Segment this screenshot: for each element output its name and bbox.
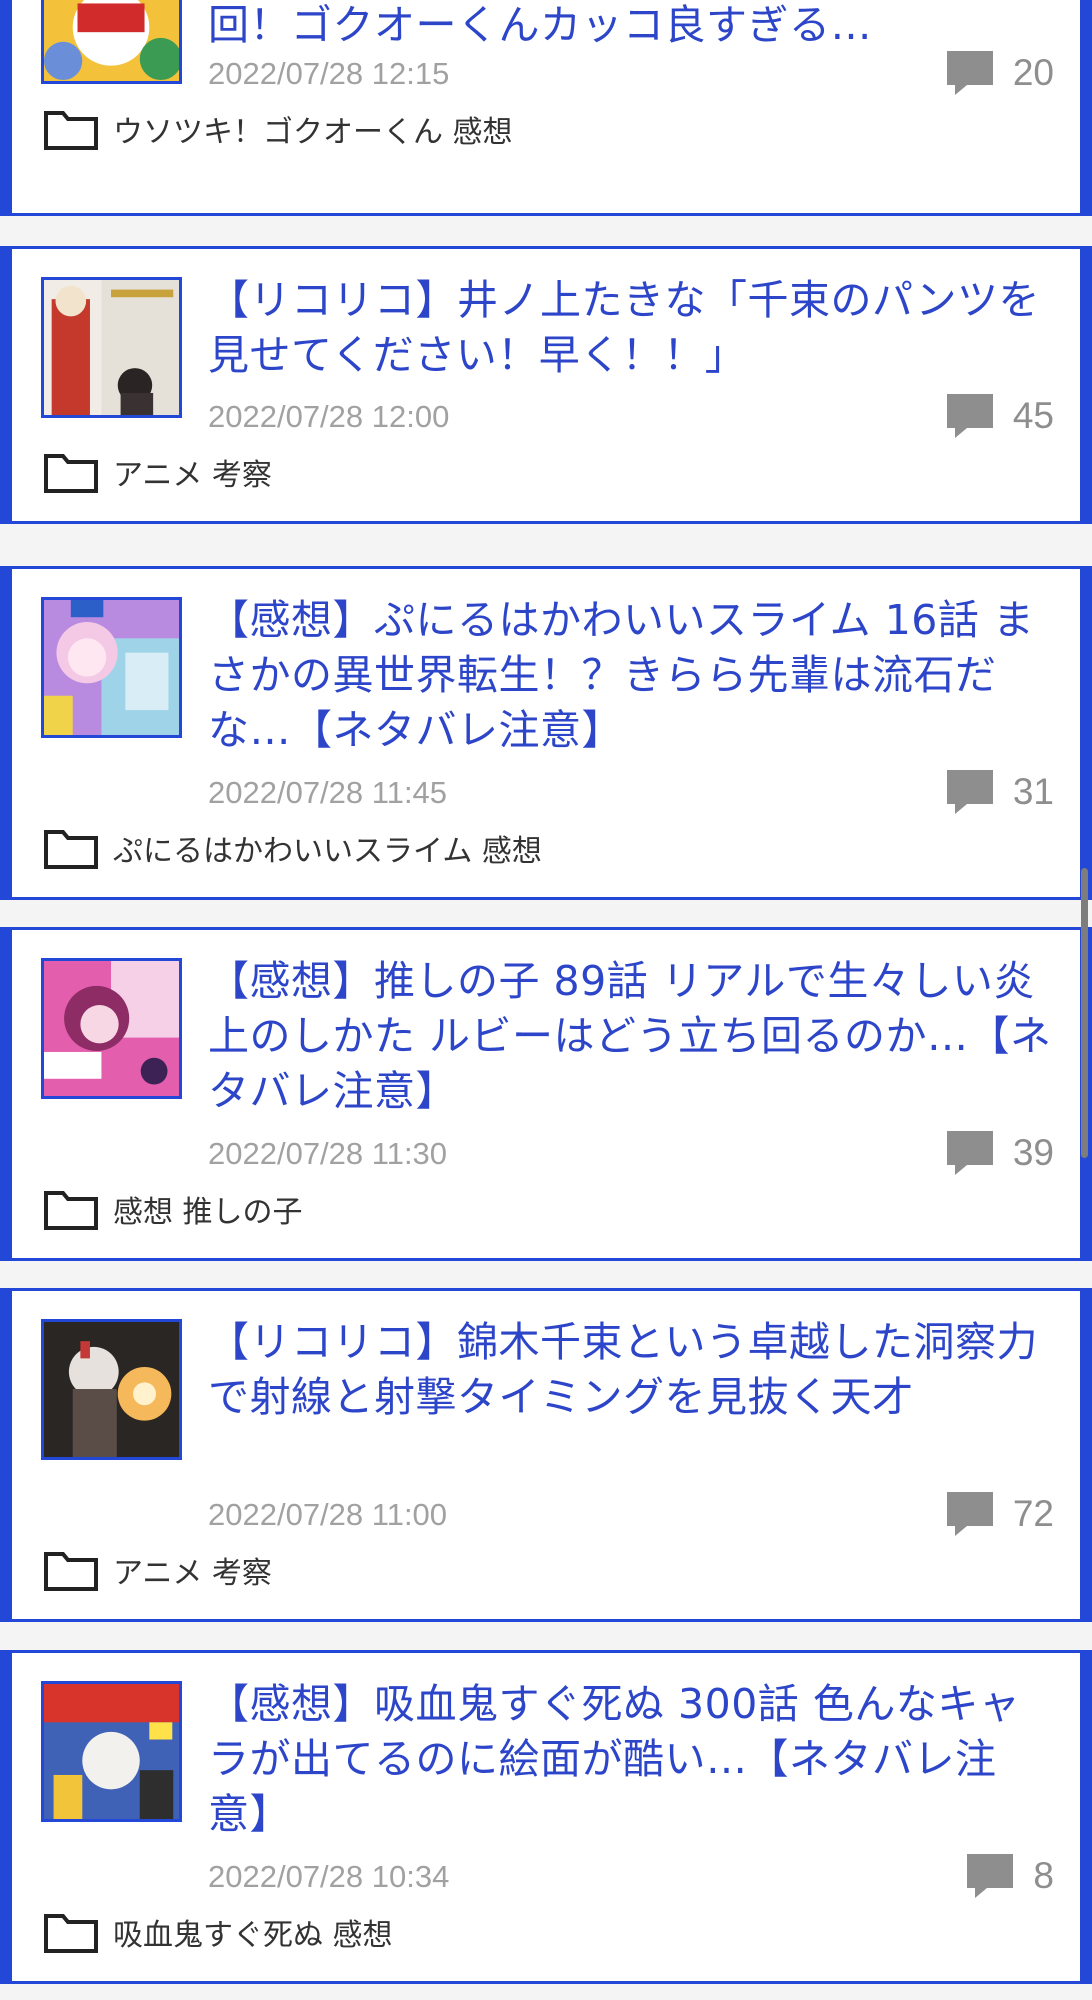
article-thumbnail[interactable] <box>41 597 182 738</box>
folder-icon <box>44 1191 98 1230</box>
article-title-link[interactable]: 【リコリコ】錦木千束という卓越した洞察力で射線と射撃タイミングを見抜く天才 <box>208 1315 1054 1425</box>
comment-count[interactable]: 39 <box>945 1129 1054 1177</box>
article-card[interactable]: 【リコリコ】錦木千束という卓越した洞察力で射線と射撃タイミングを見抜く天才 20… <box>0 1288 1092 1622</box>
comment-count-value: 31 <box>1012 771 1054 812</box>
article-categories[interactable]: ぷにるはかわいいスライム 感想 <box>43 826 542 870</box>
article-thumbnail[interactable] <box>41 1681 182 1822</box>
comment-count-value: 8 <box>1033 1855 1054 1896</box>
category-label[interactable]: 吸血鬼すぐ死ぬ 感想 <box>113 1910 393 1954</box>
comment-bubble-icon <box>946 1131 993 1175</box>
article-date: 2022/07/28 11:45 <box>208 775 448 810</box>
category-label[interactable]: ぷにるはかわいいスライム 感想 <box>113 826 542 870</box>
folder-icon <box>44 830 98 869</box>
article-title-link[interactable]: 【感想】ウソツキ！ゴクオーくん 21話 神回！ゴクオーくんカッコ良すぎる… <box>208 0 1054 53</box>
article-list-page: 【感想】ウソツキ！ゴクオーくん 21話 神回！ゴクオーくんカッコ良すぎる… 20… <box>0 0 1092 2000</box>
comment-count[interactable]: 20 <box>945 49 1054 97</box>
comment-count-value: 39 <box>1012 1132 1054 1173</box>
article-thumbnail[interactable] <box>41 0 182 84</box>
article-card[interactable]: 【リコリコ】井ノ上たきな「千束のパンツを見せてください！早く！！」 2022/0… <box>0 246 1092 524</box>
comment-bubble-icon <box>946 1492 993 1536</box>
article-categories[interactable]: ウソツキ！ゴクオーくん 感想 <box>43 107 513 151</box>
article-thumbnail[interactable] <box>41 958 182 1099</box>
category-label[interactable]: ウソツキ！ゴクオーくん 感想 <box>113 107 513 151</box>
article-title-link[interactable]: 【感想】推しの子 89話 リアルで生々しい炎上のしかた ルビーはどう立ち回るのか… <box>208 954 1054 1119</box>
article-thumbnail[interactable] <box>41 277 182 418</box>
article-thumbnail[interactable] <box>41 1319 182 1460</box>
comment-count[interactable]: 31 <box>945 768 1054 816</box>
folder-icon <box>44 111 98 150</box>
article-date: 2022/07/28 11:30 <box>208 1136 448 1171</box>
article-date: 2022/07/28 10:34 <box>208 1859 450 1894</box>
article-categories[interactable]: 吸血鬼すぐ死ぬ 感想 <box>43 1910 393 1954</box>
comment-count[interactable]: 72 <box>945 1490 1054 1538</box>
comment-count-value: 20 <box>1012 52 1054 93</box>
folder-icon <box>44 1914 98 1953</box>
article-card[interactable]: 【感想】ぷにるはかわいいスライム 16話 まさかの異世界転生！？きらら先輩は流石… <box>0 566 1092 900</box>
article-date: 2022/07/28 11:00 <box>208 1497 448 1532</box>
article-date: 2022/07/28 12:15 <box>208 56 450 91</box>
article-title-link[interactable]: 【リコリコ】井ノ上たきな「千束のパンツを見せてください！早く！！」 <box>208 273 1054 383</box>
article-date: 2022/07/28 12:00 <box>208 399 450 434</box>
category-label[interactable]: アニメ 考察 <box>113 450 272 494</box>
comment-count[interactable]: 8 <box>965 1852 1054 1900</box>
comment-bubble-icon <box>946 394 993 438</box>
article-title-link[interactable]: 【感想】吸血鬼すぐ死ぬ 300話 色んなキャラが出てるのに絵面が酷い…【ネタバレ… <box>208 1677 1054 1842</box>
comment-bubble-icon <box>946 51 993 95</box>
comment-count-value: 72 <box>1012 1493 1054 1534</box>
comment-bubble-icon <box>967 1854 1014 1898</box>
comment-count[interactable]: 45 <box>945 392 1054 440</box>
article-categories[interactable]: アニメ 考察 <box>43 1548 272 1592</box>
article-card[interactable]: 【感想】ウソツキ！ゴクオーくん 21話 神回！ゴクオーくんカッコ良すぎる… 20… <box>0 0 1092 216</box>
article-categories[interactable]: アニメ 考察 <box>43 450 272 494</box>
article-categories[interactable]: 感想 推しの子 <box>43 1187 303 1231</box>
folder-icon <box>44 1552 98 1591</box>
category-label[interactable]: 感想 推しの子 <box>113 1187 303 1231</box>
comment-count-value: 45 <box>1012 395 1054 436</box>
comment-bubble-icon <box>946 770 993 814</box>
folder-icon <box>44 454 98 493</box>
article-card[interactable]: 【感想】推しの子 89話 リアルで生々しい炎上のしかた ルビーはどう立ち回るのか… <box>0 927 1092 1261</box>
vertical-scrollbar[interactable] <box>1081 868 1088 1158</box>
category-label[interactable]: アニメ 考察 <box>113 1548 272 1592</box>
article-title-link[interactable]: 【感想】ぷにるはかわいいスライム 16話 まさかの異世界転生！？きらら先輩は流石… <box>208 593 1054 758</box>
article-card[interactable]: 【感想】吸血鬼すぐ死ぬ 300話 色んなキャラが出てるのに絵面が酷い…【ネタバレ… <box>0 1650 1092 1984</box>
